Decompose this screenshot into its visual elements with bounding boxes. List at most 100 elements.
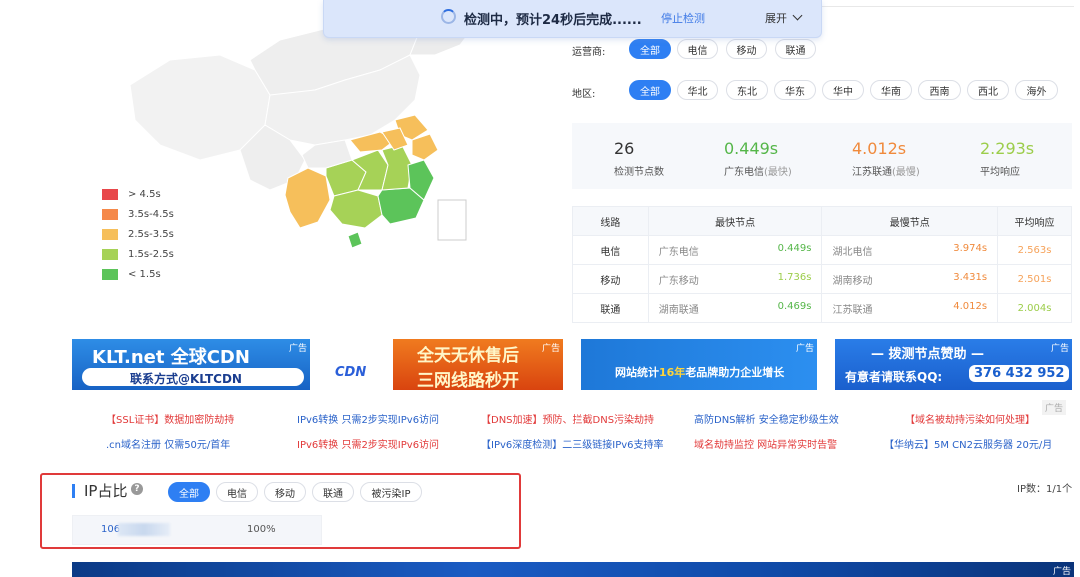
stat-note: (最快): [764, 167, 792, 178]
fast-time: 1.736s: [777, 271, 812, 283]
text-ad-link[interactable]: 域名劫持监控 网站异常实时告警: [694, 436, 837, 451]
slow-node: 湖北电信: [832, 246, 873, 258]
ad-tag: 广告: [288, 344, 307, 354]
fast-node: 广东移动: [658, 275, 699, 287]
stat-fastest: 0.449s 广东电信(最快): [724, 139, 792, 178]
slow-node: 湖南移动: [832, 275, 873, 287]
stat-label: 江苏联通(最慢): [852, 163, 920, 178]
ad-sponsor-contact: 有意者请联系QQ:: [845, 370, 943, 384]
progress-banner: 检测中，预计24秒后完成...... 停止检测 展开: [323, 0, 822, 38]
fast-node: 湖南联通: [658, 304, 699, 316]
fast-node: 广东电信: [658, 246, 699, 258]
stat-label: 检测节点数: [614, 163, 664, 178]
slow-time: 3.974s: [953, 242, 988, 254]
south-sea-inset: [437, 199, 467, 241]
table-row: 电信 广东电信 0.449s 湖北电信 3.974s 2.563s: [572, 235, 1072, 265]
text-ad-link[interactable]: 【华纳云】5M CN2云服务器 20元/月: [884, 436, 1052, 451]
ad-klt-title: KLT.net 全球CDN: [92, 347, 250, 368]
ip-tab-mobile[interactable]: 移动: [264, 482, 306, 502]
legend-swatch: [102, 268, 118, 280]
isp-pill-all[interactable]: 全部: [629, 39, 671, 59]
legend-swatch: [102, 208, 118, 220]
text-ad-link[interactable]: 【SSL证书】数据加密防劫持: [106, 411, 234, 426]
province-guangxi: [329, 189, 383, 229]
slow-node: 江苏联通: [832, 304, 873, 316]
cell-slowest: 江苏联通 4.012s: [821, 293, 999, 323]
province-hainan: [347, 231, 363, 249]
ad-klt-contact: 联系方式@KLTCDN: [130, 372, 242, 386]
cell-line: 电信: [572, 235, 649, 265]
ad-cdn-line2: 三网线路秒开: [417, 371, 519, 390]
legend-swatch: [102, 188, 118, 200]
ad-tag: 广告: [1050, 344, 1069, 354]
region-pill-all[interactable]: 全部: [629, 80, 671, 100]
stat-label-text: 广东电信: [724, 167, 764, 178]
stat-average: 2.293s 平均响应: [980, 139, 1034, 178]
stat-slowest: 4.012s 江苏联通(最慢): [852, 139, 920, 178]
stat-node-count: 26 检测节点数: [614, 139, 664, 178]
ad-sponsor[interactable]: 广告 — 拨测节点赞助 — 有意者请联系QQ: 376 432 952: [835, 339, 1072, 390]
text-ad-link[interactable]: 高防DNS解析 安全稳定秒级生效: [694, 411, 839, 426]
region-pill-northwest[interactable]: 西北: [967, 80, 1009, 100]
text-ad-link[interactable]: .cn域名注册 仅需50元/首年: [106, 436, 230, 451]
stat-value: 2.293s: [980, 139, 1035, 158]
text-ad-link[interactable]: IPv6转换 只需2步实现IPv6访问: [297, 436, 439, 451]
fast-time: 0.469s: [777, 300, 812, 312]
stat-label-text: 平均响应: [980, 167, 1020, 178]
section-title-bar: [72, 484, 75, 498]
help-icon[interactable]: ?: [131, 483, 143, 495]
top-divider: [822, 6, 1074, 7]
legend-label: 2.5s-3.5s: [128, 228, 174, 240]
region-pill-northeast[interactable]: 东北: [726, 80, 768, 100]
stop-check-link[interactable]: 停止检测: [661, 10, 705, 26]
cell-fastest: 湖南联通 0.469s: [647, 293, 823, 323]
isp-pill-mobile[interactable]: 移动: [726, 39, 767, 59]
ad-sponsor-qq: 376 432 952: [969, 365, 1070, 382]
ad-klt-cdn[interactable]: 广告 KLT.net 全球CDN 联系方式@KLTCDN: [72, 339, 310, 390]
cell-average: 2.501s: [997, 264, 1072, 294]
text-ad-link[interactable]: IPv6转换 只需2步实现IPv6访问: [297, 411, 439, 426]
region-pill-north[interactable]: 华北: [677, 80, 718, 100]
text-ad-tag: 广告: [1042, 400, 1067, 415]
ip-tab-telecom[interactable]: 电信: [216, 482, 258, 502]
expand-button[interactable]: 展开: [765, 10, 803, 26]
col-header-fastest: 最快节点: [647, 206, 823, 236]
ip-section-title: IP占比: [84, 482, 128, 500]
legend-swatch: [102, 228, 118, 240]
region-pill-east[interactable]: 华东: [774, 80, 816, 100]
slow-time: 4.012s: [953, 300, 988, 312]
text-ad-link[interactable]: 【域名被劫持污染如何处理】: [905, 411, 1035, 426]
ip-tab-all[interactable]: 全部: [168, 482, 210, 502]
cell-fastest: 广东移动 1.736s: [647, 264, 823, 294]
region-pill-overseas[interactable]: 海外: [1015, 80, 1058, 100]
summary-stats: 26 检测节点数 0.449s 广东电信(最快) 4.012s 江苏联通(最慢)…: [572, 123, 1072, 189]
ad-sponsor-title: — 拨测节点赞助 —: [871, 347, 985, 362]
region-pill-southwest[interactable]: 西南: [918, 80, 961, 100]
isp-pill-unicom[interactable]: 联通: [775, 39, 816, 59]
table-row: 联通 湖南联通 0.469s 江苏联通 4.012s 2.004s: [572, 293, 1072, 323]
region-pill-central[interactable]: 华中: [822, 80, 864, 100]
bottom-ad-banner[interactable]: 广告: [72, 562, 1074, 577]
cell-average: 2.563s: [997, 235, 1072, 265]
col-header-line: 线路: [572, 206, 649, 236]
ad-cdn-service[interactable]: 广告 CDN 全天无休售后 三网线路秒开: [329, 339, 563, 390]
legend-item: 1.5s-2.5s: [102, 244, 174, 264]
expand-label: 展开: [765, 12, 787, 25]
stat-label: 平均响应: [980, 163, 1034, 178]
progress-status-text: 检测中，预计24秒后完成......: [464, 13, 642, 28]
ip-tab-unicom[interactable]: 联通: [312, 482, 354, 502]
cell-line: 移动: [572, 264, 649, 294]
text-ad-link[interactable]: 【DNS加速】预防、拦截DNS污染劫持: [481, 411, 654, 426]
isp-pill-telecom[interactable]: 电信: [677, 39, 718, 59]
slow-time: 3.431s: [953, 271, 988, 283]
fast-time: 0.449s: [777, 242, 812, 254]
text-ad-link[interactable]: 【IPv6深度检测】二三级链接IPv6支持率: [481, 436, 664, 451]
col-header-average: 平均响应: [997, 206, 1072, 236]
cell-average: 2.004s: [997, 293, 1072, 323]
region-pill-south[interactable]: 华南: [870, 80, 912, 100]
loading-spinner-icon: [441, 9, 456, 24]
legend-item: > 4.5s: [102, 184, 174, 204]
chevron-down-icon: [792, 10, 803, 21]
ip-tab-polluted[interactable]: 被污染IP: [360, 482, 422, 502]
ad-site-stats[interactable]: 广告 网站统计16年老品牌助力企业增长: [581, 339, 817, 390]
